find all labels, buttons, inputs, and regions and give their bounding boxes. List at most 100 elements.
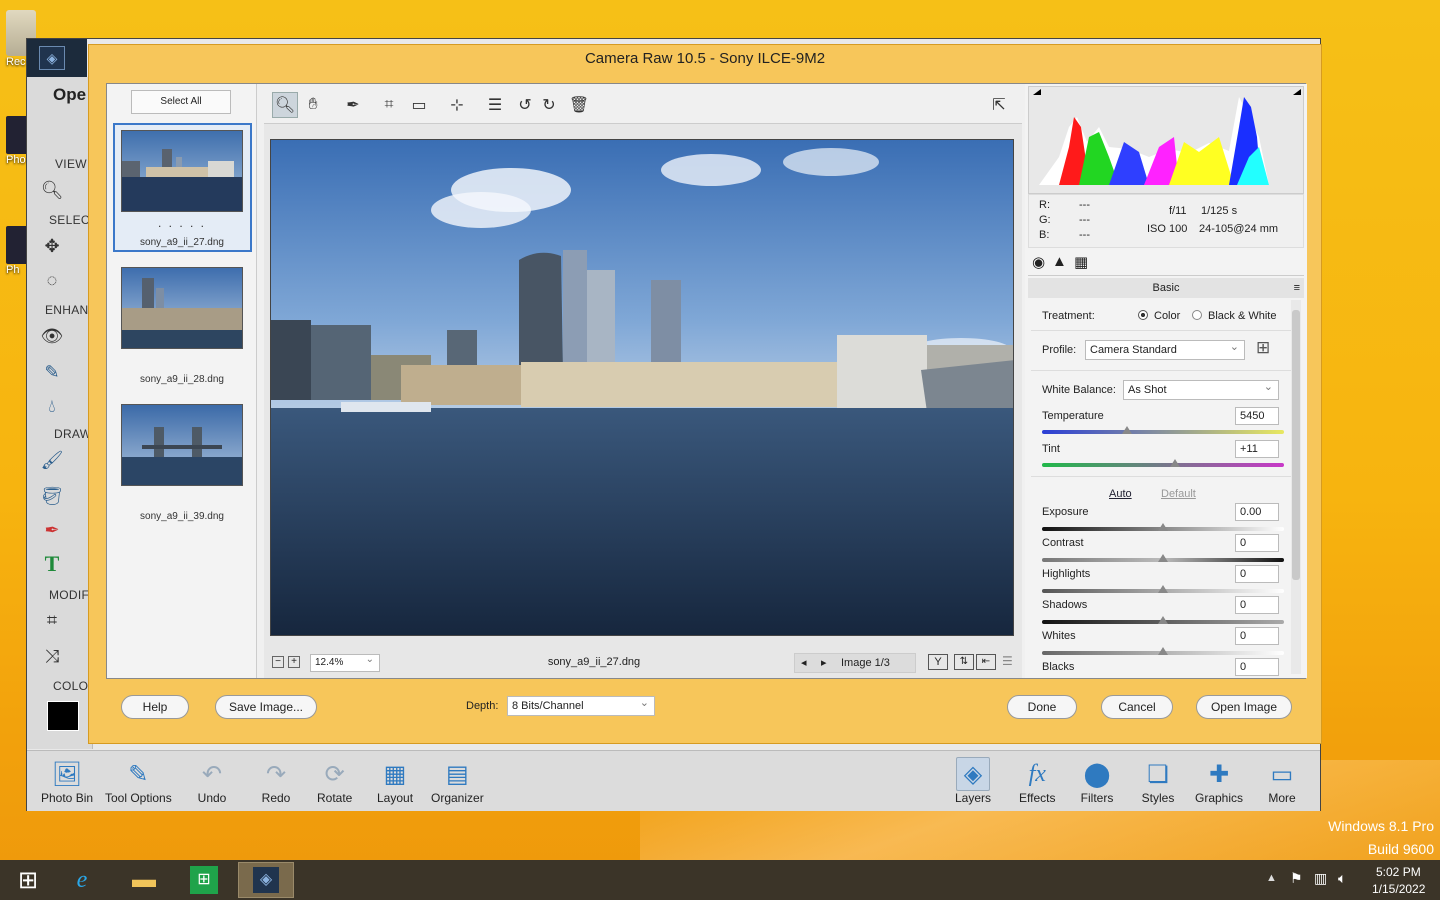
exposure-slider[interactable] [1042,523,1284,531]
profile-select[interactable]: Camera Standard [1085,338,1245,360]
straighten-tool-icon[interactable]: ⤨ [39,643,65,669]
zoom-in-icon[interactable]: + [288,656,300,668]
photoshop-elements-taskbar-icon[interactable]: ◈ [238,862,294,898]
red-eye-tool-icon[interactable]: 👁︎ [39,323,65,349]
volume-icon[interactable]: 🔈︎ [1338,870,1346,887]
whites-value[interactable]: 0 [1235,627,1279,645]
preferences-list-icon[interactable]: ☰ [482,92,508,118]
thumbnail-image[interactable] [121,267,243,349]
temperature-slider[interactable] [1042,426,1284,434]
organizer-button[interactable]: ▤ Organizer [431,757,484,806]
straighten-icon[interactable]: ▭ [406,92,432,118]
highlights-slider-knob[interactable] [1158,585,1168,593]
network-icon[interactable]: ▥ [1314,870,1327,887]
whites-slider[interactable] [1042,647,1284,655]
toggle-settings-icon[interactable]: ☰ [1002,654,1018,670]
highlights-slider[interactable] [1042,585,1284,593]
layers-button[interactable]: ◈ Layers [955,757,991,805]
styles-button[interactable]: ❏ Styles [1141,757,1175,806]
exposure-slider-knob[interactable] [1158,523,1168,531]
highlights-value[interactable]: 0 [1235,565,1279,583]
crop-icon[interactable]: ⌗ [376,92,402,118]
copy-settings-icon[interactable]: ⇤ [976,654,996,670]
tint-slider[interactable] [1042,459,1284,467]
rotate-left-icon[interactable]: ↺ [512,92,538,118]
detail-tab-icon[interactable]: ▲ [1052,253,1067,270]
contrast-slider[interactable] [1042,554,1284,562]
open-button[interactable]: Ope [53,85,86,105]
color-radio[interactable] [1138,310,1148,320]
contrast-value[interactable]: 0 [1235,534,1279,552]
tint-value[interactable]: +11 [1235,440,1279,458]
shadows-slider[interactable] [1042,616,1284,624]
eyedropper-tool-icon[interactable]: ✒ [39,517,65,543]
foreground-color-swatch[interactable] [47,701,79,731]
clock-time[interactable]: 5:02 PM [1376,865,1421,879]
file-explorer-icon[interactable]: ▬ [116,862,172,898]
blacks-value[interactable]: 0 [1235,658,1279,676]
redo-button[interactable]: ↷ Redo [259,757,293,806]
open-image-button[interactable]: Open Image [1196,695,1292,719]
thumbnail-image[interactable] [121,404,243,486]
scrollbar-thumb[interactable] [1292,310,1300,580]
white-balance-icon[interactable]: ✒ [340,92,366,118]
done-button[interactable]: Done [1007,695,1077,719]
temperature-value[interactable]: 5450 [1235,407,1279,425]
black-white-radio[interactable] [1192,310,1202,320]
crop-tool-icon[interactable]: ⌗ [39,607,65,633]
action-center-icon[interactable]: ⚑ [1290,870,1303,887]
contrast-slider-knob[interactable] [1158,554,1168,562]
preview-image[interactable] [270,139,1014,636]
start-button-icon[interactable]: ⊞ [0,862,56,898]
lasso-tool-icon[interactable]: ◌ [39,267,65,293]
previous-image-icon[interactable]: ◂ [801,656,807,669]
zoom-out-icon[interactable]: − [272,656,284,668]
white-balance-select[interactable]: As Shot [1123,378,1279,400]
internet-explorer-icon[interactable]: e [54,862,110,898]
tint-slider-knob[interactable] [1170,459,1181,467]
layout-button[interactable]: ▦ Layout [377,757,413,806]
effects-button[interactable]: fx Effects [1019,757,1055,806]
next-image-icon[interactable]: ▸ [821,656,827,669]
brush-tool-icon[interactable]: 🖌︎ [39,447,65,473]
paint-bucket-icon[interactable]: 🪣︎ [39,483,65,509]
fullscreen-icon[interactable]: ⇱ [986,92,1012,118]
auto-link[interactable]: Auto [1109,488,1132,500]
thumbnail-image[interactable] [121,130,243,212]
basic-tab-icon[interactable]: ◉ [1032,253,1045,271]
show-hidden-icons-icon[interactable]: ▲ [1266,872,1277,884]
camera-calibration-tab-icon[interactable]: ▦ [1074,253,1088,271]
tool-options-button[interactable]: ✎ Tool Options [105,757,172,806]
temperature-slider-knob[interactable] [1121,426,1132,434]
panel-scrollbar[interactable] [1291,300,1301,674]
help-button[interactable]: Help [121,695,189,719]
swap-settings-icon[interactable]: ⇅ [954,654,974,670]
more-button[interactable]: ▭ More [1265,757,1299,806]
trash-icon[interactable]: 🗑︎ [566,92,592,118]
blur-tool-icon[interactable]: 💧︎ [39,393,65,419]
smart-brush-icon[interactable]: ✎ [39,359,65,385]
rotate-right-icon[interactable]: ↻ [536,92,562,118]
zoom-level-select[interactable]: 12.4% [310,652,380,672]
depth-select[interactable]: 8 Bits/Channel [507,694,655,716]
undo-button[interactable]: ↶ Undo [195,757,229,806]
shadows-slider-knob[interactable] [1158,616,1168,624]
type-tool-icon[interactable]: T [39,551,65,577]
rating-dots[interactable]: . . . . . [107,216,257,230]
red-eye-icon[interactable]: ⊹ [444,92,470,118]
rotate-button[interactable]: ⟳ Rotate [317,757,352,806]
move-tool-icon[interactable]: ✥ [39,233,65,259]
default-link[interactable]: Default [1161,488,1196,500]
save-image-button[interactable]: Save Image... [215,695,317,719]
graphics-button[interactable]: ✚ Graphics [1195,757,1243,806]
zoom-tool-icon[interactable]: 🔍︎ [39,177,65,203]
zoom-icon[interactable]: 🔍︎ [272,92,298,118]
before-after-icon[interactable]: Y [928,654,948,670]
filters-button[interactable]: ⬤ Filters [1080,757,1114,806]
hand-icon[interactable]: ✋︎ [300,92,326,118]
shadows-value[interactable]: 0 [1235,596,1279,614]
profile-browser-icon[interactable]: ⊞ [1256,338,1270,358]
photo-bin-button[interactable]: 🖼︎ Photo Bin [41,757,93,806]
clock-date[interactable]: 1/15/2022 [1372,882,1425,896]
panel-menu-icon[interactable]: ≡ [1294,278,1300,298]
